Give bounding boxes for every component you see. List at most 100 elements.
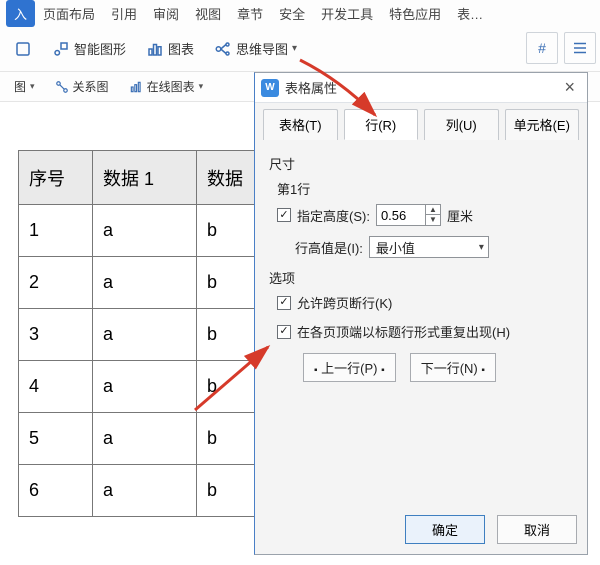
table-row[interactable]: 3ab (19, 309, 261, 361)
chevron-down-icon: ▾ (30, 81, 35, 92)
ribbon-relation[interactable]: 关系图 (49, 76, 115, 97)
col-header-number: 序号 (19, 151, 93, 205)
allow-break-label: 允许跨页断行(K) (297, 293, 392, 312)
prev-row-button[interactable]: ▪ 上一行(P) ▪ (303, 353, 396, 382)
document-area: 序号 数据 1 数据 1ab 2ab 3ab 4ab 5ab 6ab (18, 150, 261, 517)
menu-item-security[interactable]: 安全 (271, 0, 313, 27)
ribbon-placeholder-icon[interactable] (8, 36, 38, 62)
hash-icon[interactable]: # (526, 32, 558, 64)
cell-number[interactable]: 2 (19, 257, 93, 309)
ribbon-mindmap[interactable]: 思维导图 ▾ (208, 35, 303, 62)
menu-item-layout[interactable]: 页面布局 (35, 0, 103, 27)
menu-item-section[interactable]: 章节 (229, 0, 271, 27)
spin-down-icon[interactable]: ▼ (426, 215, 440, 225)
next-row-button[interactable]: 下一行(N) ▪ (410, 353, 496, 382)
menu-item-insert[interactable]: 入 (6, 0, 35, 27)
table-row[interactable]: 4ab (19, 361, 261, 413)
menu-bar: 入 页面布局 引用 审阅 视图 章节 安全 开发工具 特色应用 表… (0, 0, 600, 26)
cell-data2[interactable]: b (197, 413, 261, 465)
table-row[interactable]: 1ab (19, 205, 261, 257)
chevron-down-icon: ▾ (199, 81, 204, 92)
placeholder-icon (14, 40, 32, 58)
cell-data2[interactable]: b (197, 257, 261, 309)
cell-data1[interactable]: a (93, 257, 197, 309)
table-row[interactable]: 2ab (19, 257, 261, 309)
prev-next-buttons: ▪ 上一行(P) ▪ 下一行(N) ▪ (303, 353, 575, 382)
cell-data1[interactable]: a (93, 361, 197, 413)
row-height-is-label: 行高值是(I): (295, 238, 363, 257)
menu-item-reference[interactable]: 引用 (103, 0, 145, 27)
dialog-title: 表格属性 (285, 78, 337, 97)
repeat-header-checkbox[interactable] (277, 325, 291, 339)
cell-data2[interactable]: b (197, 465, 261, 517)
columns-icon (571, 39, 589, 57)
tab-row[interactable]: 行(R) (344, 109, 419, 140)
tab-column[interactable]: 列(U) (424, 109, 499, 140)
col-header-data2: 数据 (197, 151, 261, 205)
ribbon-online-chart[interactable]: 在线图表 ▾ (123, 76, 210, 97)
ribbon-row-1: 智能图形 图表 思维导图 ▾ (0, 26, 600, 72)
cell-number[interactable]: 1 (19, 205, 93, 257)
flowchart-label: 图 (14, 78, 26, 95)
ribbon-smart-shapes[interactable]: 智能图形 (46, 35, 132, 62)
app-icon: W (261, 79, 279, 97)
specify-height-row: 指定高度(S): ▲ ▼ 厘米 (277, 204, 575, 226)
ribbon-chart[interactable]: 图表 (140, 35, 200, 62)
relation-icon (55, 80, 69, 94)
cell-data1[interactable]: a (93, 205, 197, 257)
ok-button[interactable]: 确定 (405, 515, 485, 544)
cell-number[interactable]: 5 (19, 413, 93, 465)
spin-up-icon[interactable]: ▲ (426, 205, 440, 215)
online-chart-icon (129, 80, 143, 94)
menu-item-special[interactable]: 特色应用 (381, 0, 449, 27)
table-row[interactable]: 5ab (19, 413, 261, 465)
menu-item-devtools[interactable]: 开发工具 (313, 0, 381, 27)
allow-break-row: 允许跨页断行(K) (277, 293, 575, 312)
height-input[interactable]: ▲ ▼ (376, 204, 441, 226)
relation-label: 关系图 (73, 78, 109, 95)
ribbon-flowchart[interactable]: 图 ▾ (8, 76, 41, 97)
allow-break-checkbox[interactable] (277, 296, 291, 310)
height-spinner[interactable]: ▲ ▼ (425, 205, 440, 225)
smart-shapes-label: 智能图形 (74, 39, 126, 58)
tab-cell[interactable]: 单元格(E) (505, 109, 580, 140)
table-properties-dialog: W 表格属性 × 表格(T) 行(R) 列(U) 单元格(E) 尺寸 第1行 指… (254, 72, 588, 555)
size-section-title: 尺寸 (269, 154, 575, 173)
online-chart-label: 在线图表 (147, 78, 195, 95)
ribbon-right-icons: # (526, 28, 596, 68)
document-table[interactable]: 序号 数据 1 数据 1ab 2ab 3ab 4ab 5ab 6ab (18, 150, 261, 517)
cell-number[interactable]: 3 (19, 309, 93, 361)
repeat-header-label: 在各页顶端以标题行形式重复出现(H) (297, 322, 510, 341)
cell-data2[interactable]: b (197, 205, 261, 257)
row-height-type-value: 最小值 (376, 238, 415, 257)
chevron-down-icon: ▾ (292, 43, 297, 54)
chevron-down-icon: ▾ (479, 242, 484, 253)
menu-item-review[interactable]: 审阅 (145, 0, 187, 27)
height-value-field[interactable] (377, 205, 425, 225)
header-footer-icon[interactable] (564, 32, 596, 64)
current-row-label: 第1行 (277, 179, 575, 198)
specify-height-checkbox[interactable] (277, 208, 291, 222)
cell-data1[interactable]: a (93, 309, 197, 361)
row-height-type-dropdown[interactable]: 最小值 ▾ (369, 236, 489, 258)
specify-height-label: 指定高度(S): (297, 206, 370, 225)
row-height-type-row: 行高值是(I): 最小值 ▾ (277, 236, 575, 258)
cell-data2[interactable]: b (197, 309, 261, 361)
table-header-row: 序号 数据 1 数据 (19, 151, 261, 205)
mindmap-label: 思维导图 (236, 39, 288, 58)
menu-item-more[interactable]: 表… (449, 0, 491, 27)
tab-table[interactable]: 表格(T) (263, 109, 338, 140)
cell-data2[interactable]: b (197, 361, 261, 413)
col-header-data1: 数据 1 (93, 151, 197, 205)
dialog-tabs: 表格(T) 行(R) 列(U) 单元格(E) (255, 103, 587, 140)
table-row[interactable]: 6ab (19, 465, 261, 517)
cancel-button[interactable]: 取消 (497, 515, 577, 544)
cell-data1[interactable]: a (93, 413, 197, 465)
cell-number[interactable]: 4 (19, 361, 93, 413)
cell-number[interactable]: 6 (19, 465, 93, 517)
cell-data1[interactable]: a (93, 465, 197, 517)
dialog-footer: 确定 取消 (405, 515, 577, 544)
close-button[interactable]: × (560, 77, 579, 98)
dialog-body: 尺寸 第1行 指定高度(S): ▲ ▼ 厘米 行高值是(I): 最小值 ▾ 选项 (255, 140, 587, 386)
menu-item-view[interactable]: 视图 (187, 0, 229, 27)
